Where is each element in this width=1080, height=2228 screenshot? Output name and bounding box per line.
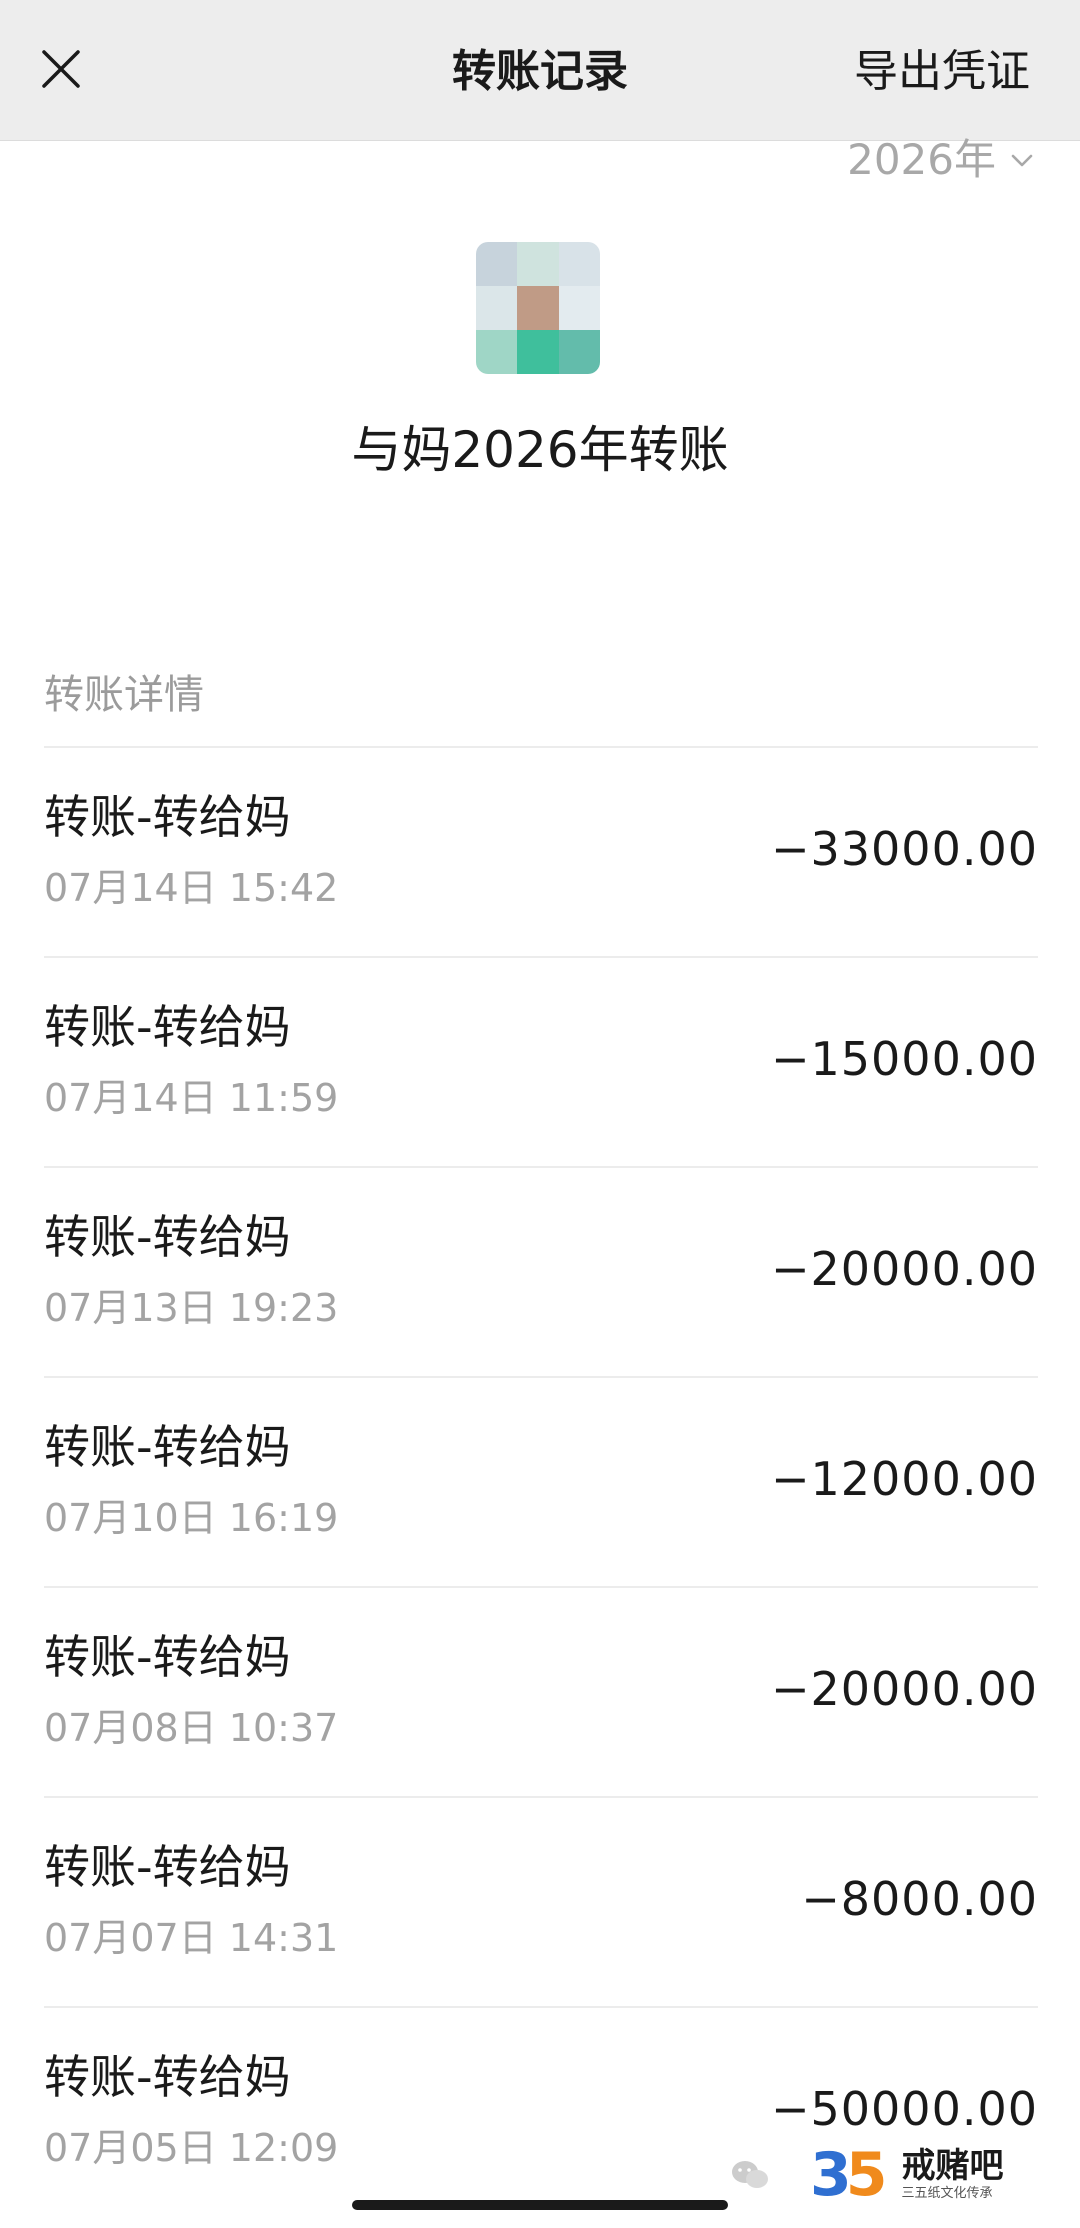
year-filter-dropdown[interactable]: 2026年 xyxy=(847,134,1036,186)
transaction-row[interactable]: 转账-转给妈 07月10日 16:19 −12000.00 xyxy=(44,1378,1038,1588)
transaction-title: 转账-转给妈 xyxy=(44,1840,291,1894)
watermark-subtitle: 三五纸文化传承 xyxy=(901,2186,993,2201)
avatar-tile xyxy=(558,286,600,330)
avatar xyxy=(476,242,600,374)
watermark-name: 戒赌吧 xyxy=(901,2146,1004,2186)
transaction-title: 转账-转给妈 xyxy=(44,1420,291,1474)
watermark-logo-digit-right: 5 xyxy=(845,2140,888,2210)
transaction-time: 07月13日 19:23 xyxy=(44,1286,339,1330)
transaction-row[interactable]: 转账-转给妈 07月14日 11:59 −15000.00 xyxy=(44,958,1038,1168)
chevron-down-icon xyxy=(1011,154,1033,167)
transaction-title: 转账-转给妈 xyxy=(44,790,291,844)
transaction-time: 07月10日 16:19 xyxy=(44,1496,339,1540)
transaction-title: 转账-转给妈 xyxy=(44,1630,291,1684)
transaction-title: 转账-转给妈 xyxy=(44,1210,291,1264)
watermark-logo: 35 xyxy=(810,2145,888,2205)
transaction-amount: −50000.00 xyxy=(770,2082,1038,2136)
transaction-row[interactable]: 转账-转给妈 07月13日 19:23 −20000.00 xyxy=(44,1168,1038,1378)
home-indicator xyxy=(352,2200,728,2210)
transaction-time: 07月05日 12:09 xyxy=(44,2126,339,2170)
transaction-amount: −20000.00 xyxy=(770,1242,1038,1296)
transaction-list: 转账-转给妈 07月14日 15:42 −33000.00 转账-转给妈 07月14日 … xyxy=(44,746,1038,2216)
avatar-tile xyxy=(517,286,559,330)
navigation-bar: 转账记录 导出凭证 xyxy=(0,0,1080,141)
transaction-amount: −20000.00 xyxy=(770,1662,1038,1716)
transaction-amount: −8000.00 xyxy=(801,1872,1038,1926)
transaction-amount: −15000.00 xyxy=(770,1032,1038,1086)
export-voucher-button[interactable]: 导出凭证 xyxy=(854,44,1030,100)
avatar-tile xyxy=(476,242,518,286)
wechat-icon xyxy=(732,2161,768,2188)
transaction-row[interactable]: 转账-转给妈 07月14日 15:42 −33000.00 xyxy=(44,748,1038,958)
avatar-tile xyxy=(558,330,600,374)
transaction-title: 转账-转给妈 xyxy=(44,1000,291,1054)
transaction-title: 转账-转给妈 xyxy=(44,2050,291,2104)
avatar-tile xyxy=(476,286,518,330)
avatar-tile xyxy=(558,242,600,286)
avatar-tile xyxy=(517,242,559,286)
transaction-amount: −12000.00 xyxy=(770,1452,1038,1506)
transaction-row[interactable]: 转账-转给妈 07月08日 10:37 −20000.00 xyxy=(44,1588,1038,1798)
transaction-row[interactable]: 转账-转给妈 07月07日 14:31 −8000.00 xyxy=(44,1798,1038,2008)
avatar-tile xyxy=(517,330,559,374)
transaction-time: 07月14日 15:42 xyxy=(44,866,339,910)
contact-transfer-title: 与妈2026年转账 xyxy=(351,421,729,479)
transaction-amount: −33000.00 xyxy=(770,822,1038,876)
transaction-time: 07月08日 10:37 xyxy=(44,1706,339,1750)
transaction-time: 07月07日 14:31 xyxy=(44,1916,339,1960)
avatar-tile xyxy=(476,330,518,374)
watermark: 35 戒赌吧 三五纸文化传承 xyxy=(730,2140,1070,2210)
transaction-time: 07月14日 11:59 xyxy=(44,1076,339,1120)
year-filter-value: 2026年 xyxy=(847,135,996,184)
section-label: 转账详情 xyxy=(44,672,204,718)
